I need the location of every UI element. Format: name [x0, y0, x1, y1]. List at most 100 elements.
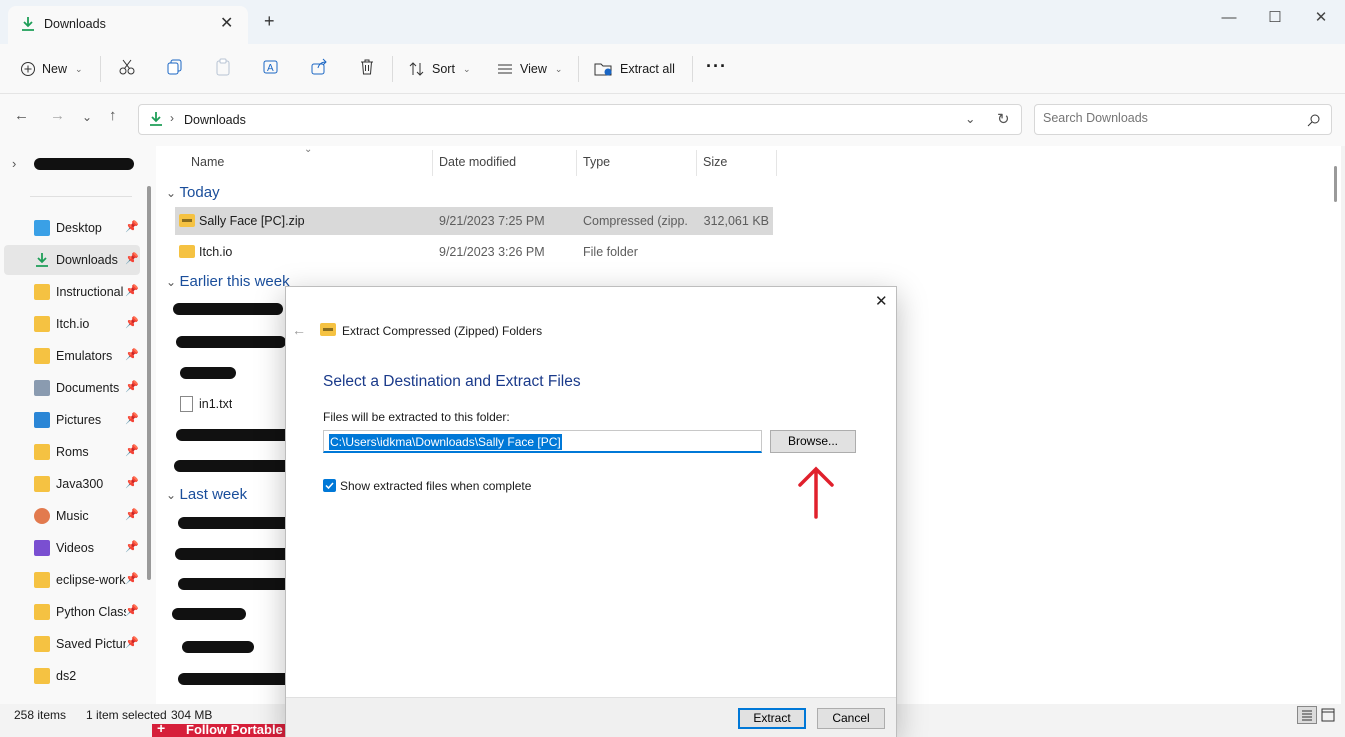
sidebar-item-roms[interactable]: Roms 📌	[4, 437, 140, 467]
paste-icon[interactable]	[214, 58, 232, 76]
sidebar-item-eclipse-work[interactable]: eclipse-work 📌	[4, 565, 140, 595]
navigation-pane: › Desktop 📌 Downloads 📌 Instructional 📌 …	[0, 146, 156, 704]
table-row[interactable]: in1.txt	[175, 390, 295, 418]
tab-close-button[interactable]: ✕	[220, 13, 233, 33]
zip-folder-icon	[320, 323, 336, 336]
pin-icon: 📌	[125, 221, 139, 233]
pin-icon: 📌	[125, 477, 139, 489]
cut-icon[interactable]	[118, 58, 136, 76]
group-heading: Today	[179, 184, 220, 201]
search-box[interactable]	[1034, 104, 1332, 135]
extract-icon	[594, 63, 612, 76]
sidebar-item-label: Itch.io	[56, 317, 90, 331]
dialog-close-button[interactable]: ✕	[875, 292, 888, 310]
sidebar-item-videos[interactable]: Videos 📌	[4, 533, 140, 563]
redacted-file	[172, 608, 246, 620]
pin-icon: 📌	[125, 317, 139, 329]
pin-icon: 📌	[125, 349, 139, 361]
show-files-checkbox[interactable]	[323, 479, 336, 492]
content-scrollbar[interactable]	[1334, 166, 1337, 202]
sidebar-item-itchio[interactable]: Itch.io 📌	[4, 309, 140, 339]
sidebar-item-pictures[interactable]: Pictures 📌	[4, 405, 140, 435]
expand-chevron-icon[interactable]: ›	[12, 156, 16, 171]
item-count: 258 items	[14, 708, 67, 722]
cancel-button[interactable]: Cancel	[817, 708, 885, 729]
sidebar-item-java300[interactable]: Java300 📌	[4, 469, 140, 499]
folder-icon	[34, 604, 50, 620]
tiles-view-button[interactable]	[1321, 708, 1335, 722]
extract-button[interactable]: Extract	[738, 708, 806, 729]
divider	[696, 150, 697, 176]
maximize-button[interactable]: ☐	[1252, 4, 1298, 32]
dialog-heading: Select a Destination and Extract Files	[323, 373, 581, 390]
refresh-icon[interactable]: ↻	[997, 110, 1010, 128]
group-earlier-this-week[interactable]: ⌄ Earlier this week	[166, 273, 290, 290]
sort-button[interactable]: Sort ⌄	[408, 54, 470, 84]
share-icon[interactable]	[310, 58, 328, 76]
table-row[interactable]: Itch.io 9/21/2023 3:26 PM File folder	[175, 238, 773, 266]
redacted-file	[178, 578, 290, 590]
browse-button[interactable]: Browse...	[770, 430, 856, 453]
address-bar[interactable]: › Downloads ⌄ ↻	[138, 104, 1022, 135]
search-input[interactable]	[1043, 111, 1293, 125]
sidebar-item-desktop[interactable]: Desktop 📌	[4, 213, 140, 243]
breadcrumb-downloads[interactable]: Downloads	[184, 113, 246, 127]
minimize-button[interactable]: —	[1206, 4, 1252, 32]
group-today[interactable]: ⌄ Today	[166, 184, 220, 201]
divider	[432, 150, 433, 176]
view-button[interactable]: View ⌄	[496, 54, 562, 84]
column-header-name[interactable]: Name	[191, 155, 224, 169]
group-last-week[interactable]: ⌄ Last week	[166, 486, 247, 503]
column-header-type[interactable]: Type	[583, 155, 610, 169]
search-icon[interactable]	[1307, 113, 1321, 127]
destination-path-field[interactable]: C:\Users\idkma\Downloads\Sally Face [PC]	[323, 430, 762, 453]
group-heading: Last week	[179, 486, 248, 503]
dialog-back-arrow-icon[interactable]: ←	[292, 322, 306, 338]
plus-circle-icon	[21, 62, 35, 76]
file-name: Itch.io	[199, 245, 233, 259]
folder-icon	[34, 444, 50, 460]
pin-icon: 📌	[125, 637, 139, 649]
sidebar-item-label: Saved Picture	[56, 637, 126, 651]
tab-downloads[interactable]: Downloads ✕	[8, 6, 248, 44]
folder-icon	[34, 348, 50, 364]
column-header-date[interactable]: Date modified	[439, 155, 516, 169]
sidebar-item-ds2[interactable]: ds2	[4, 661, 140, 691]
nav-scrollbar[interactable]	[147, 186, 151, 580]
sort-icon	[409, 62, 424, 76]
close-window-button[interactable]: ✕	[1298, 4, 1344, 32]
recent-locations-chevron-icon[interactable]: ⌄	[82, 110, 92, 124]
details-view-button[interactable]	[1297, 706, 1317, 724]
new-button[interactable]: New ⌄	[20, 54, 83, 84]
sidebar-item-saved-pictures[interactable]: Saved Picture 📌	[4, 629, 140, 659]
redacted-file	[176, 336, 286, 348]
redacted-file	[178, 673, 294, 685]
sidebar-item-emulators[interactable]: Emulators 📌	[4, 341, 140, 371]
sidebar-item-documents[interactable]: Documents 📌	[4, 373, 140, 403]
rename-icon[interactable]: A	[262, 58, 280, 76]
redacted-file	[174, 460, 294, 472]
checkmark-icon	[325, 482, 334, 490]
up-arrow-icon[interactable]: ↑	[109, 107, 117, 124]
sidebar-item-python-class[interactable]: Python Class 📌	[4, 597, 140, 627]
forward-arrow-icon[interactable]: →	[50, 107, 65, 124]
sidebar-item-music[interactable]: Music 📌	[4, 501, 140, 531]
sort-chevron-icon: ⌄	[304, 144, 313, 155]
copy-icon[interactable]	[166, 58, 184, 76]
back-arrow-icon[interactable]: ←	[14, 107, 29, 124]
more-options-button[interactable]: ···	[706, 56, 727, 77]
destination-path-value: C:\Users\idkma\Downloads\Sally Face [PC]	[329, 434, 562, 450]
column-header-size[interactable]: Size	[703, 155, 727, 169]
table-row[interactable]: Sally Face [PC].zip 9/21/2023 7:25 PM Co…	[175, 207, 773, 235]
show-files-label[interactable]: Show extracted files when complete	[340, 479, 531, 493]
redacted-file	[180, 367, 236, 379]
redacted-file	[173, 303, 283, 315]
new-tab-button[interactable]: +	[264, 11, 275, 32]
extract-all-button[interactable]: Extract all	[594, 54, 675, 84]
sidebar-item-label: Instructional	[56, 285, 124, 299]
sidebar-item-label: Pictures	[56, 413, 102, 427]
sidebar-item-downloads[interactable]: Downloads 📌	[4, 245, 140, 275]
sidebar-item-instructional[interactable]: Instructional 📌	[4, 277, 140, 307]
delete-icon[interactable]	[358, 58, 376, 76]
address-dropdown-chevron-icon[interactable]: ⌄	[965, 111, 975, 126]
